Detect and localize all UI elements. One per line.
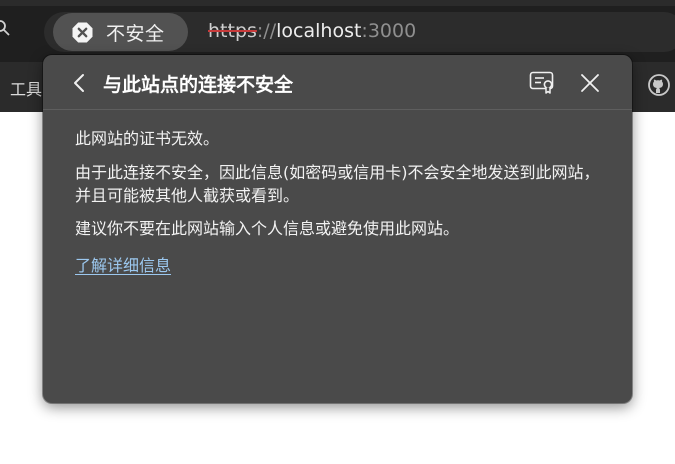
url-scheme: https [208,20,257,42]
search-icon[interactable] [0,20,10,36]
certificate-icon[interactable] [529,71,555,95]
popup-title: 与此站点的连接不安全 [103,74,294,96]
popup-body: 此网站的证书无效。 由于此连接不安全，因此信息(如密码或信用卡)不会安全地发送到… [75,127,605,277]
url-text[interactable]: https://localhost:3000 [208,20,416,42]
certificate-invalid-text: 此网站的证书无效。 [75,129,220,148]
popup-header: 与此站点的连接不安全 [43,55,632,110]
tab-strip-edge [0,0,675,6]
chevron-left-icon[interactable] [69,72,91,94]
url-separator: :// [256,20,277,42]
site-security-button[interactable]: 不安全 [53,13,188,51]
url-port: :3000 [361,20,417,42]
insecure-explanation-text: 由于此连接不安全，因此信息(如密码或信用卡)不会安全地发送到此网站，并且可能被其… [75,163,600,205]
not-secure-icon [72,22,93,42]
github-icon[interactable] [648,74,670,96]
bookmark-tools[interactable]: 工具 [10,76,42,100]
url-host: localhost [276,20,362,42]
site-info-popup: 与此站点的连接不安全 此网站的证书无效。 由于此连接不安全，因此信息(如密码或信… [43,55,632,403]
learn-more-link[interactable]: 了解详细信息 [75,254,171,277]
security-label: 不安全 [106,22,165,45]
recommendation-text: 建议你不要在此网站输入个人信息或避免使用此网站。 [75,219,460,238]
close-icon[interactable] [579,72,601,94]
